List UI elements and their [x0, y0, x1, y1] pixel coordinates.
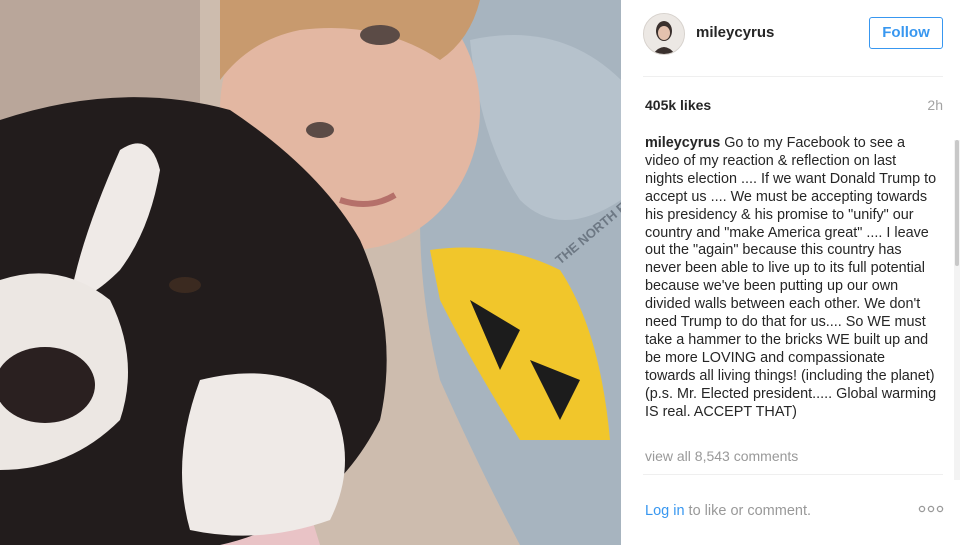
likes-count[interactable]: 405k likes [645, 97, 711, 113]
scrollbar-thumb[interactable] [955, 140, 959, 266]
avatar[interactable] [643, 13, 685, 55]
post-timestamp[interactable]: 2h [927, 97, 943, 113]
caption-scrollbar[interactable] [954, 140, 960, 480]
caption-username[interactable]: mileycyrus [645, 135, 720, 151]
post-username[interactable]: mileycyrus [696, 24, 774, 41]
post-caption: mileycyrus Go to my Facebook to see a vi… [645, 135, 937, 422]
login-link[interactable]: Log in [645, 503, 685, 519]
divider [643, 76, 943, 77]
login-prompt-text: to like or comment. [684, 503, 812, 519]
photo-illustration: THE NORTH FACE [0, 0, 621, 545]
follow-button[interactable]: Follow [869, 17, 943, 49]
more-options-icon[interactable] [918, 500, 944, 518]
post-photo: THE NORTH FACE [0, 0, 621, 545]
divider [643, 474, 943, 475]
caption-text: Go to my Facebook to see a video of my r… [645, 135, 937, 420]
avatar-image [644, 14, 684, 54]
post-side-panel: mileycyrus Follow 405k likes 2h mileycyr… [621, 0, 960, 545]
login-prompt: Log in to like or comment. [645, 503, 811, 519]
post-header: mileycyrus Follow [621, 0, 960, 68]
view-all-comments-link[interactable]: view all 8,543 comments [645, 448, 798, 464]
